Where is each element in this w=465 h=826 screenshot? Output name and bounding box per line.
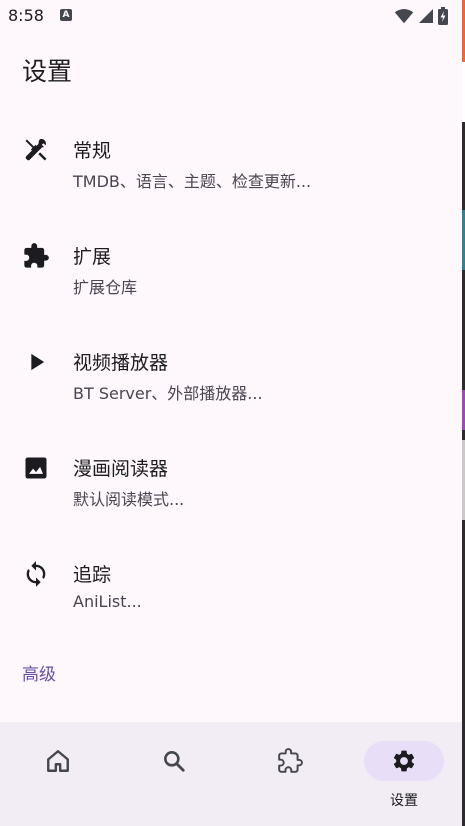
nav-extensions[interactable]: [232, 722, 348, 826]
setting-title: 追踪: [73, 564, 112, 586]
gear-icon: [393, 750, 415, 772]
setting-subtitle: TMDB、语言、主题、检查更新...: [73, 172, 312, 191]
setting-subtitle: BT Server、外部播放器...: [73, 384, 263, 403]
setting-manga-reader[interactable]: 漫画阅读器 默认阅读模式...: [0, 414, 462, 520]
setting-subtitle: 扩展仓库: [73, 278, 138, 297]
setting-tracking[interactable]: 追踪 AniList...: [0, 520, 462, 626]
setting-title: 漫画阅读器: [73, 458, 169, 480]
status-time: 8:58: [8, 6, 44, 25]
setting-video-player[interactable]: 视频播放器 BT Server、外部播放器...: [0, 308, 462, 414]
nav-settings[interactable]: 设置: [346, 722, 462, 826]
sync-icon: [22, 560, 50, 588]
setting-title: 扩展: [73, 246, 112, 268]
nav-pill: [134, 741, 214, 781]
setting-subtitle: 默认阅读模式...: [73, 490, 185, 509]
section-header-advanced: 高级: [22, 665, 56, 685]
nav-pill: [18, 741, 98, 781]
signal-icon: [419, 9, 433, 23]
battery-icon: [438, 7, 448, 25]
setting-general[interactable]: 常规 TMDB、语言、主题、检查更新...: [0, 96, 462, 202]
status-bar: 8:58 A: [0, 0, 462, 32]
search-icon: [164, 751, 185, 772]
home-icon: [47, 750, 69, 772]
a-icon: A: [60, 9, 72, 21]
bottom-navigation: 设置: [0, 722, 462, 826]
setting-subtitle: AniList...: [73, 592, 142, 611]
nav-pill-active: [364, 741, 444, 781]
nav-home[interactable]: [0, 722, 116, 826]
status-icons: [394, 7, 448, 25]
page-title: 设置: [22, 57, 73, 86]
settings-screen: 8:58 A 设置 常规 TMDB、语言、主题、检查更新... 扩展 扩展仓库 …: [0, 0, 462, 826]
wifi-icon: [394, 9, 414, 24]
nav-pill: [250, 741, 330, 781]
extension-icon: [22, 242, 50, 270]
setting-title: 视频播放器: [73, 352, 169, 374]
tools-icon: [22, 136, 50, 164]
image-icon: [22, 454, 50, 482]
nav-label-settings: 设置: [390, 793, 418, 809]
setting-title: 常规: [73, 140, 112, 162]
nav-search[interactable]: [116, 722, 232, 826]
setting-extensions[interactable]: 扩展 扩展仓库: [0, 202, 462, 308]
play-icon: [22, 348, 50, 376]
extension-icon: [278, 748, 303, 773]
